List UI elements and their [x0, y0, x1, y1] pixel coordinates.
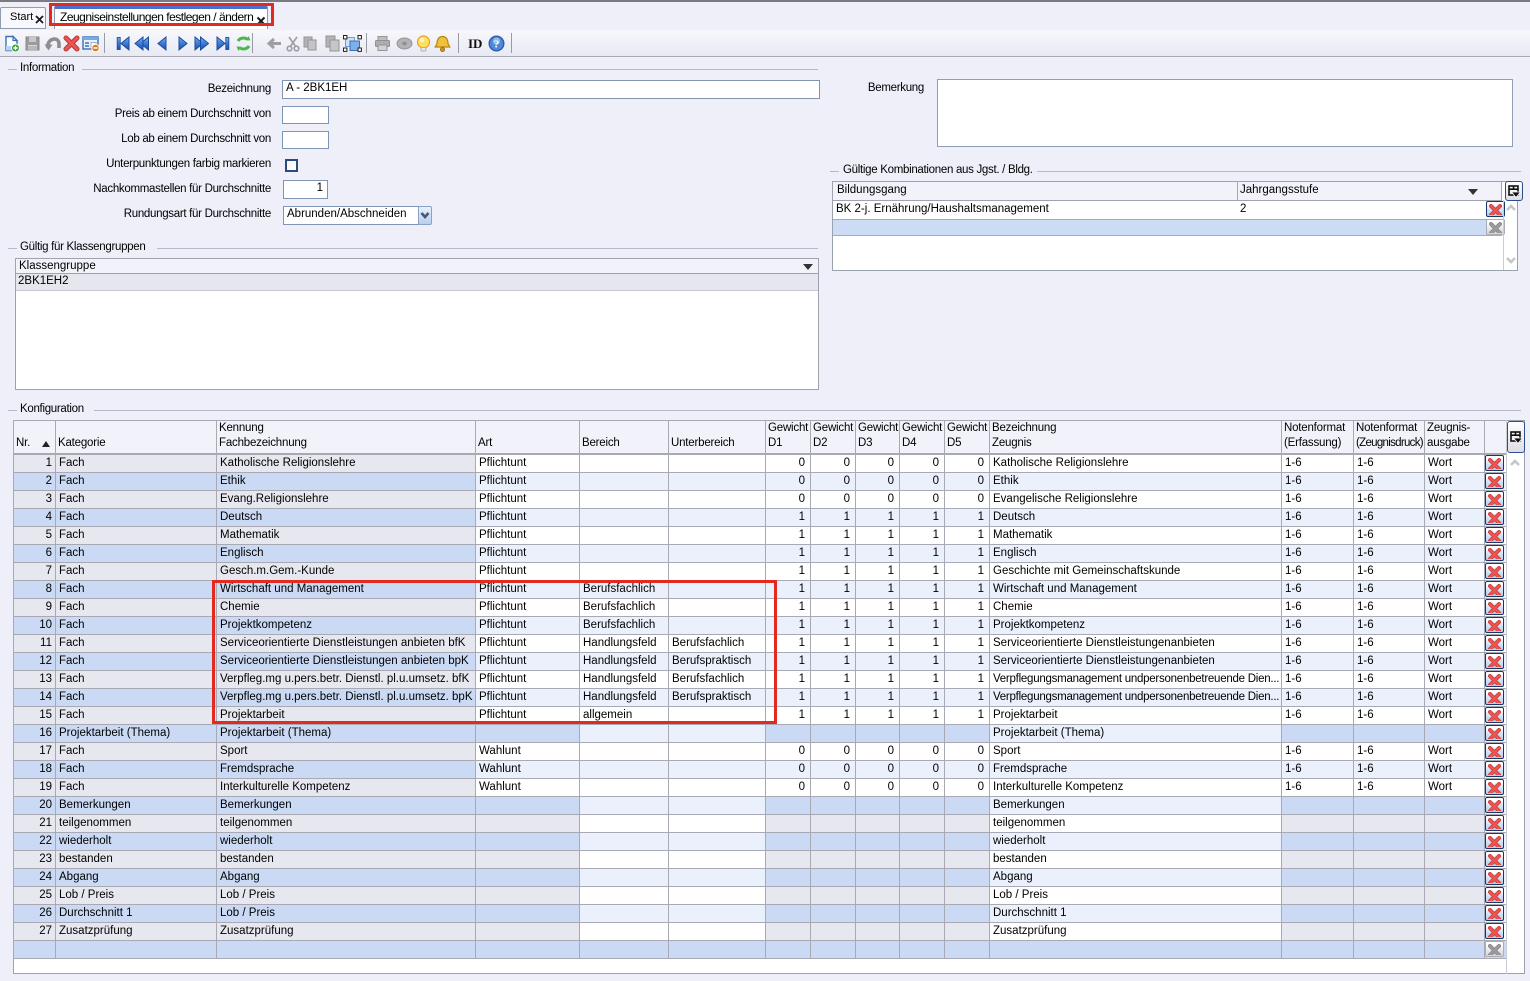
svg-text:?: ?	[494, 39, 500, 51]
